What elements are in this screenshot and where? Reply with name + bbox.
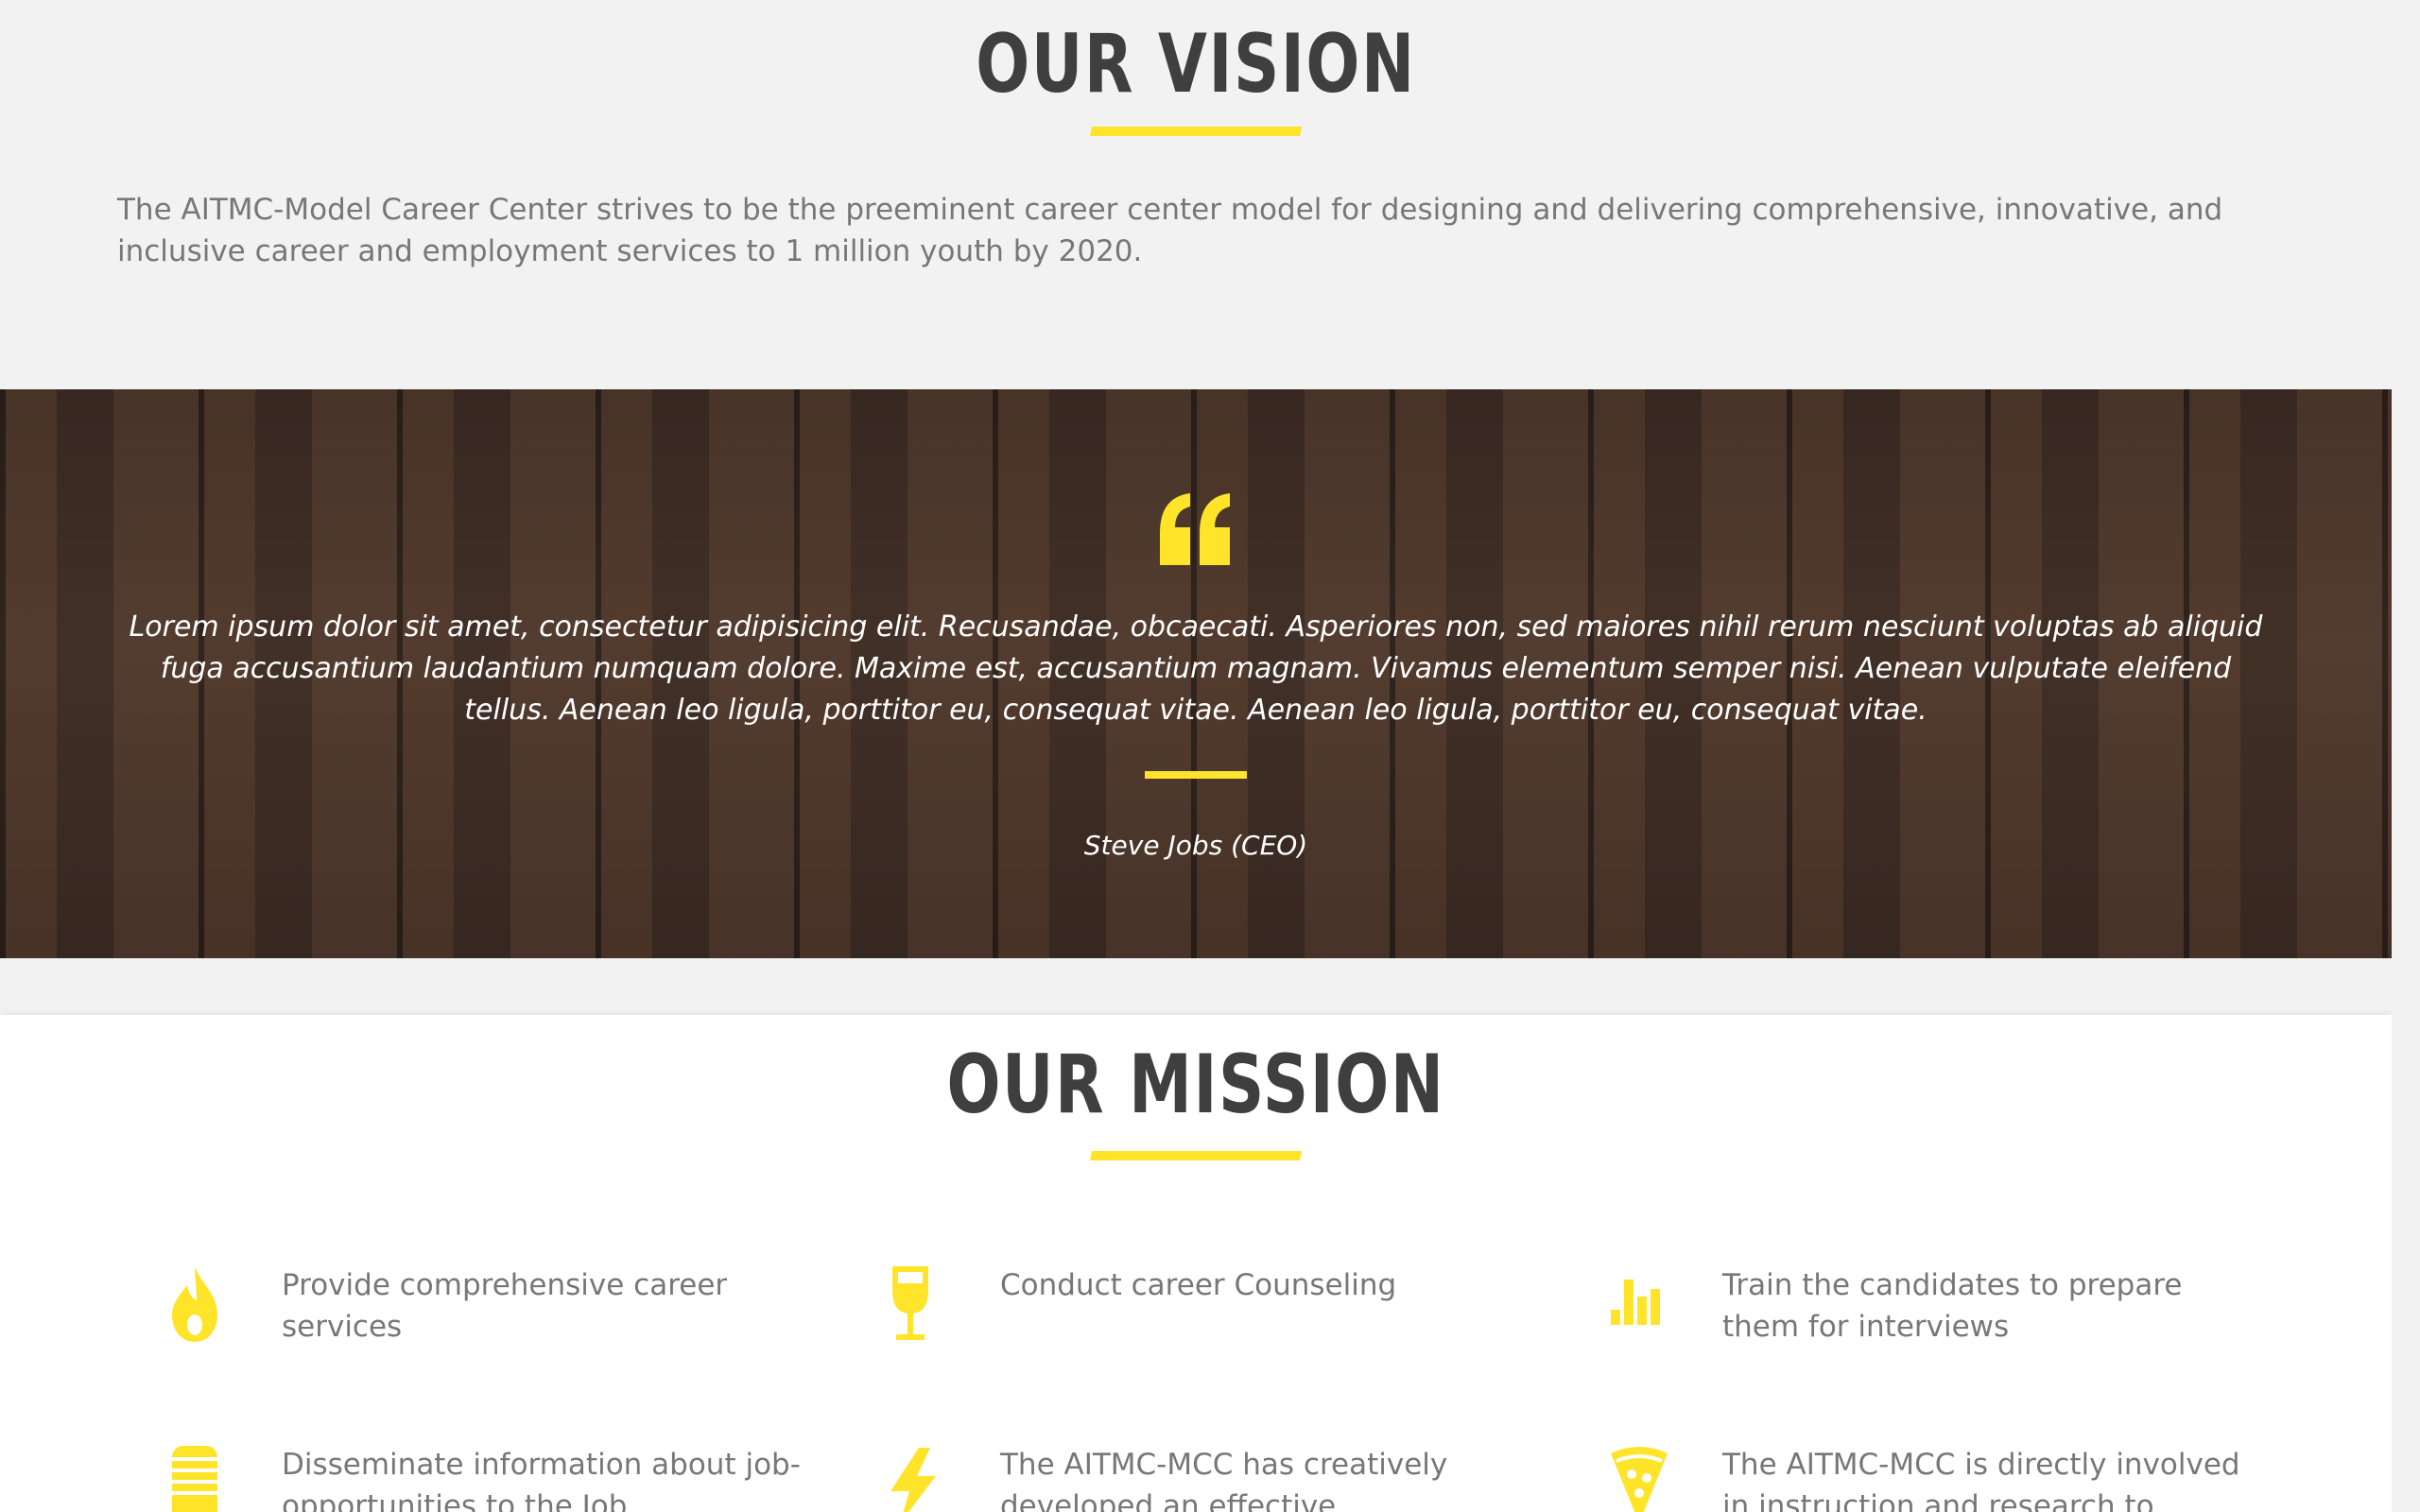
testimonial-divider — [1145, 771, 1247, 779]
vision-text: The AITMC-Model Career Center strives to… — [117, 193, 2223, 268]
mission-item-text: The AITMC-MCC has creatively developed a… — [1000, 1448, 1448, 1512]
page: OUR VISION The AITMC-Model Career Center… — [0, 0, 2392, 1512]
lightning-icon — [890, 1448, 936, 1512]
vision-title: OUR VISION — [976, 17, 1416, 112]
mission-section: OUR MISSION Provide comprehensive career… — [0, 1015, 2392, 1512]
mission-title: OUR MISSION — [946, 1038, 1445, 1132]
flame-icon — [172, 1266, 217, 1342]
vision-title-underline — [1089, 127, 1303, 136]
mission-title-underline — [1089, 1151, 1303, 1160]
bar-chart-icon — [1611, 1280, 1660, 1325]
pizza-icon — [1611, 1447, 1668, 1512]
mission-item-text: Disseminate information about job-opport… — [282, 1448, 801, 1512]
testimonial-author: Steve Jobs (CEO) — [1083, 830, 1308, 861]
wine-glass-icon — [892, 1266, 928, 1340]
mission-item-text: Train the candidates to prepare them for… — [1722, 1268, 2183, 1344]
testimonial-section: Lorem ipsum dolor sit amet, consectetur … — [0, 389, 2392, 958]
mission-item-text: Conduct career Counseling — [1000, 1268, 1397, 1302]
quote-icon — [1160, 493, 1230, 565]
testimonial-text: Lorem ipsum dolor sit amet, consectetur … — [129, 610, 2263, 727]
mission-item-text: Provide comprehensive career services — [282, 1268, 728, 1344]
mission-item-text: The AITMC-MCC is directly involved in in… — [1722, 1448, 2240, 1512]
vision-section: OUR VISION The AITMC-Model Career Center… — [0, 0, 2392, 389]
section-gap — [0, 958, 2392, 1015]
microphone-icon — [172, 1446, 217, 1512]
